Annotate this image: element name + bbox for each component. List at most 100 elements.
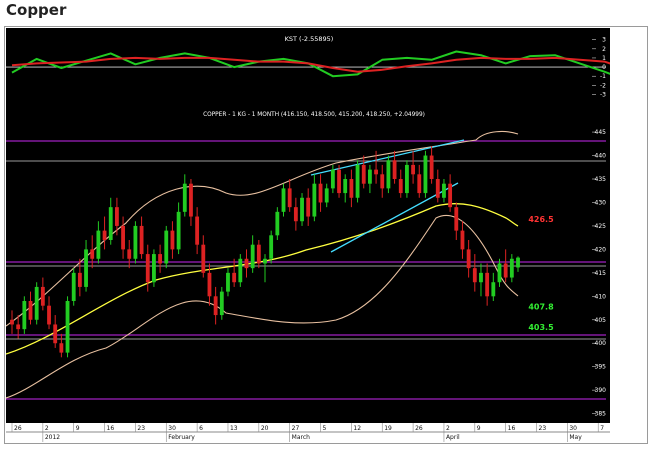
price-tick-label: 430 [595,199,607,206]
candle-body [71,272,76,301]
month-label: April [446,434,460,441]
candle-body [300,197,304,222]
candle-body [509,258,514,278]
candle-body [275,211,280,236]
candle-body [337,169,341,194]
candle-body [133,225,138,259]
candle-body [466,249,471,269]
date-tick-label: 12 [353,425,361,432]
candle-body [170,230,175,250]
candle-body [195,216,200,245]
date-tick-label: 19 [384,425,392,432]
candle-body [417,174,422,194]
price-tick-label: 435 [595,176,607,183]
kst-title: KST (-2.55895) [285,35,334,43]
date-tick-label: 9 [76,425,80,432]
candle-body [256,244,261,264]
price-chart-title: COPPER - 1 KG - 1 MONTH (416.150, 418.50… [203,112,425,118]
candle-body [250,244,255,269]
price-tick-label: 395 [595,364,607,371]
candle-body [306,197,311,217]
kst-tick-label: 2 [602,46,606,53]
candle-body [405,164,409,194]
month-label: March [292,434,310,441]
date-tick-label: 7 [600,425,604,432]
candle-body [28,301,33,320]
candle-body [429,155,434,179]
candle-body [65,301,70,353]
candle-body [442,183,446,198]
kst-tick-label: -3 [600,92,606,99]
candle-body [139,225,144,255]
candle-body [343,179,348,194]
candle-body [386,160,391,189]
candle-body [102,230,107,240]
date-tick-label: 30 [569,425,577,432]
month-label: 2012 [45,434,60,441]
price-annotation-label: 407.8 [528,303,554,312]
copper-chart: KST (-2.55895) 3210-1-2-3 COPPER - 1 KG … [6,28,610,442]
page-title: Copper [6,1,67,19]
candle-body [182,183,187,212]
candle-body [361,164,366,184]
date-tick-label: 23 [137,425,145,432]
price-tick-label: 405 [595,317,607,324]
candle-body [516,257,520,268]
price-tick-label: 440 [595,153,607,160]
candle-body [10,319,14,325]
candle-body [435,179,440,198]
candle-body [16,324,21,330]
candle-body [34,286,39,320]
kst-tick-label: -1 [600,73,606,80]
candle-body [176,211,181,250]
candle-body [263,258,267,264]
month-label: February [168,434,195,441]
date-tick-label: 27 [292,425,300,432]
candle-body [479,272,483,283]
candle-body [40,286,45,306]
candle-body [47,305,51,325]
candle-body [213,296,218,316]
candle-body [201,244,206,273]
date-tick-label: 30 [168,425,176,432]
candle-body [121,225,125,250]
candle-body [281,188,286,212]
candle-body [127,249,132,259]
candle-body [460,230,465,250]
date-tick-label: 6 [199,425,203,432]
price-annotation-label: 426.5 [528,215,554,224]
date-tick-label: 26 [415,425,423,432]
candle-body [96,230,101,259]
candle-body [324,188,329,203]
candle-body [380,174,385,189]
candle-body [293,207,298,222]
candle-body [485,272,490,297]
date-tick-label: 26 [14,425,22,432]
candle-body [269,235,274,259]
price-tick-label: 445 [595,129,607,136]
candle-body [472,268,477,283]
price-annotation-label: 403.5 [528,323,554,332]
date-tick-label: 16 [508,425,516,432]
candle-body [349,179,354,198]
candle-body [22,301,27,330]
kst-tick-label: 3 [602,37,606,44]
candle-body [392,160,397,179]
candle-body [374,169,378,175]
candle-body [53,324,58,344]
candle-body [84,249,88,287]
candle-body [238,258,243,283]
candle-body [164,230,169,264]
candle-body [497,263,502,283]
price-tick-label: 390 [595,387,607,394]
candle-body [330,169,335,189]
date-tick-label: 2 [446,425,450,432]
price-tick-label: 415 [595,270,607,277]
candle-body [454,207,459,231]
candle-body [145,254,150,283]
price-tick-label: 400 [595,340,607,347]
candle-body [77,272,82,287]
candle-body [232,272,237,283]
date-tick-label: 23 [539,425,547,432]
candle-body [219,291,224,316]
